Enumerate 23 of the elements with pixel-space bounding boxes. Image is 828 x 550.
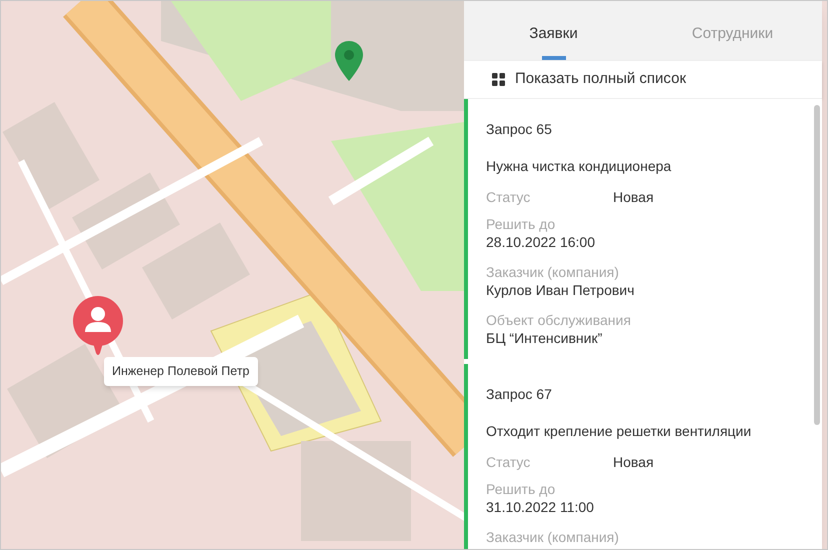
request-description: Отходит крепление решетки вентиляции: [486, 422, 752, 440]
tab[interactable]: Заявки: [464, 1, 643, 61]
field-label: Объект обслуживания: [486, 311, 631, 329]
field-label: Статус: [486, 188, 532, 206]
location-pin-icon: [335, 41, 363, 81]
field-label: Решить до: [486, 480, 556, 498]
field-label: Решить до: [486, 215, 556, 233]
field-value: Курлов Иван Петрович: [486, 281, 634, 299]
field-value: Новая: [613, 188, 654, 206]
field-value: 31.10.2022 11:00: [486, 498, 594, 516]
field-label: Статус: [486, 453, 532, 471]
request-card[interactable]: Запрос 67 Отходит крепление решетки вентиляции Статус Новая Решить до 31.10.2022 11:00 Заказчик (компания): [464, 364, 822, 549]
field-label: Заказчик (компания): [486, 528, 619, 546]
request-description: Нужна чистка кондиционера: [486, 157, 672, 175]
grid-icon: [492, 73, 505, 86]
field-value: 28.10.2022 16:00: [486, 233, 595, 251]
marker-tooltip: Инженер Полевой Петр: [104, 357, 258, 386]
request-card[interactable]: Запрос 65 Нужна чистка кондиционера Статус Новая Решить до 28.10.2022 16:00 Заказчик (компания) Курлов Иван Петрович Объект обслуживания БЦ “Интенсивник”: [464, 99, 822, 359]
request-title: Запрос 65: [486, 120, 553, 138]
field-label: Заказчик (компания): [486, 263, 619, 281]
field-value: БЦ “Интенсивник”: [486, 329, 602, 347]
request-title: Запрос 67: [486, 385, 553, 403]
field-value: Новая: [613, 453, 654, 471]
